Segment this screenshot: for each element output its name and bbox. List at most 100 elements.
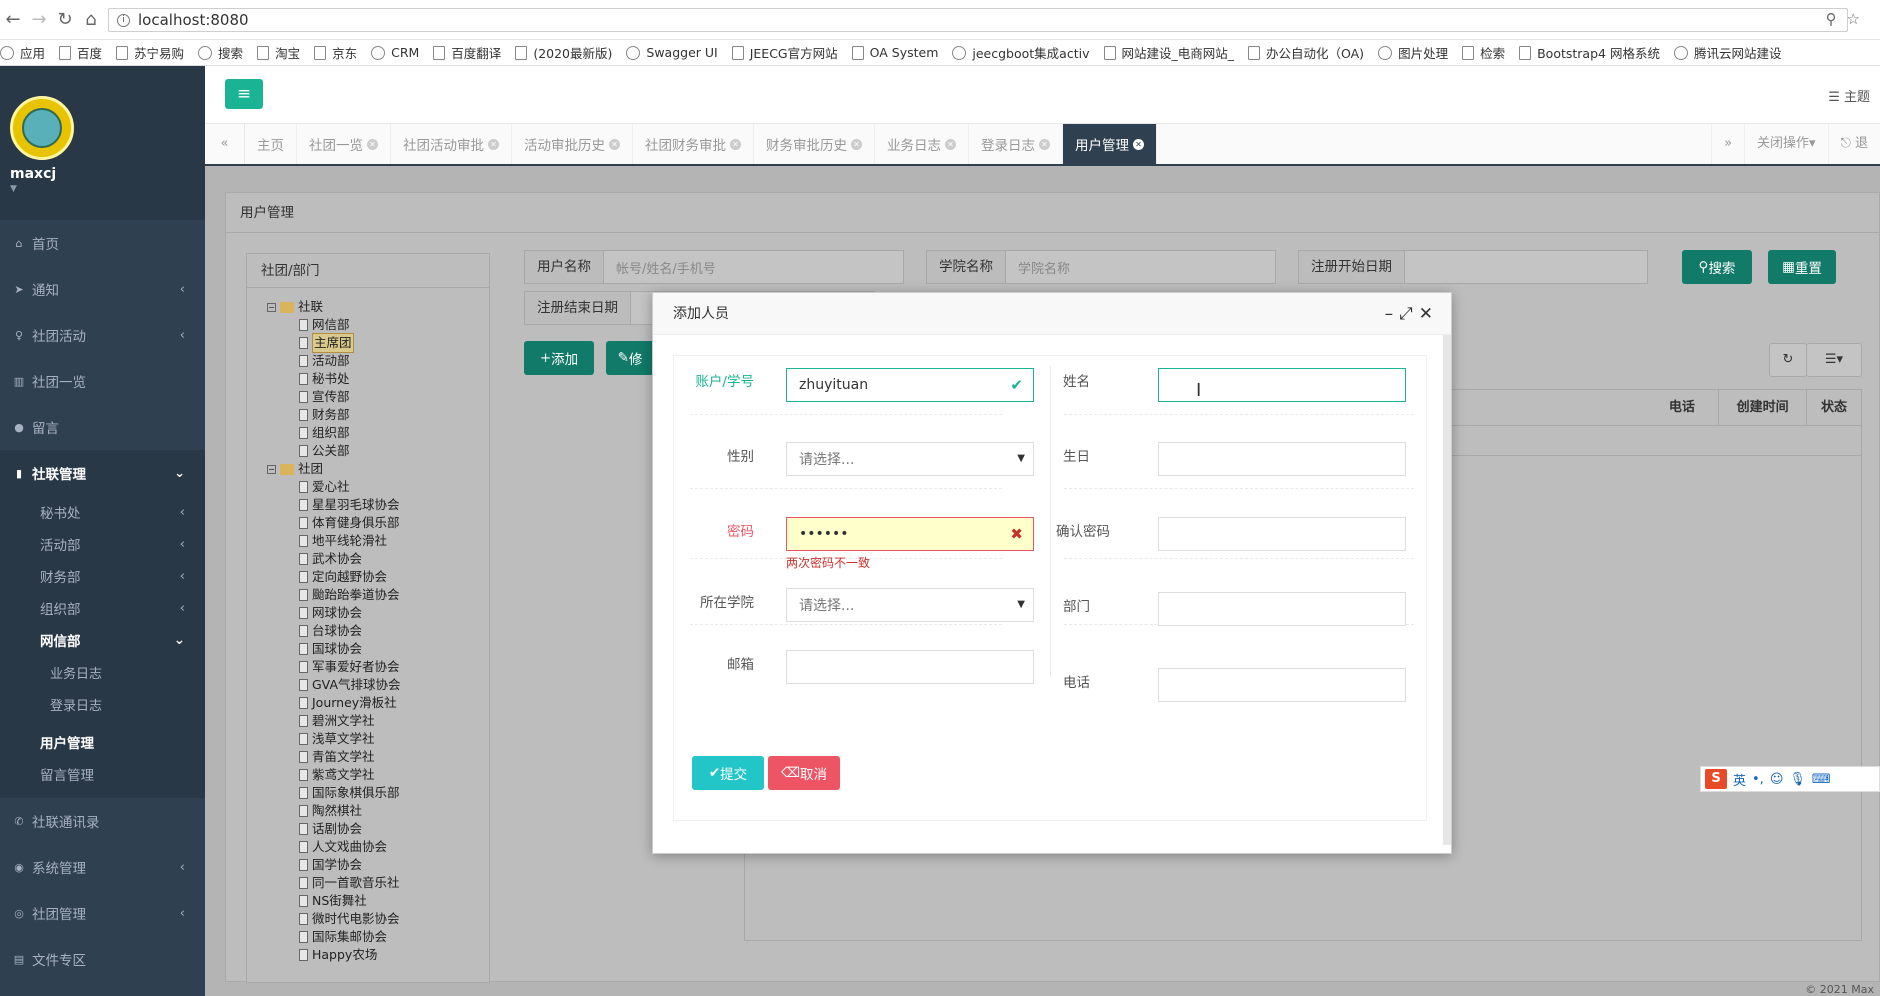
url-field[interactable]: i localhost:8080 (108, 8, 1848, 32)
tree-folder[interactable]: − 社团 (267, 460, 489, 478)
bookmark-item[interactable]: 腾讯云网站建设 (1673, 43, 1781, 62)
gender-select[interactable]: 请选择... ▼ (786, 442, 1034, 476)
reset-button[interactable]: ▦ 重置 (1768, 250, 1836, 284)
tree-node[interactable]: 碧洲文学社 (267, 712, 489, 730)
collapse-icon[interactable]: − (267, 464, 276, 474)
tree-node[interactable]: 国际象棋俱乐部 (267, 784, 489, 802)
tree-folder[interactable]: − 社联 (267, 298, 489, 316)
sidebar-item-active-group[interactable]: ▮ 社联管理 ⌄ (0, 450, 205, 496)
bookmark-item[interactable]: 苏宁易购 (116, 43, 184, 62)
tab-close-icon[interactable]: ✕ (1039, 138, 1050, 150)
columns-toggle-icon[interactable]: ☰▾ (1806, 343, 1862, 377)
tree-node[interactable]: 公关部 (267, 442, 489, 460)
cancel-button[interactable]: ⌫ 取消 (768, 756, 840, 790)
sidebar-item[interactable]: ▤ 文件专区 (0, 936, 205, 982)
sidebar-subitem[interactable]: 活动部 ‹ (0, 528, 205, 560)
bookmark-item[interactable]: Bootstrap4 网格系统 (1519, 43, 1660, 62)
ime-toolbar[interactable]: S 英 •, ☺ 🎙︎ ⌨ (1700, 766, 1880, 792)
email-input[interactable] (786, 650, 1034, 684)
tree-node[interactable]: NS街舞社 (267, 892, 489, 910)
sidebar-item[interactable]: ♀ 社团活动 ‹ (0, 312, 205, 358)
tab-close-icon[interactable]: ✕ (1133, 138, 1144, 150)
tab-close-icon[interactable]: ✕ (851, 138, 862, 150)
dept-input[interactable] (1158, 592, 1406, 626)
search-start-date-field[interactable]: 注册开始日期 (1298, 250, 1648, 284)
close-ops-dropdown[interactable]: 关闭操作▾ (1744, 124, 1828, 164)
tree-node[interactable]: 同一首歌音乐社 (267, 874, 489, 892)
tree-node[interactable]: 财务部 (267, 406, 489, 424)
phone-input[interactable] (1158, 668, 1406, 702)
tree-node[interactable]: 秘书处 (267, 370, 489, 388)
tree-node[interactable]: 宣传部 (267, 388, 489, 406)
tab-主页[interactable]: 主页 (245, 124, 297, 164)
tree-node[interactable]: 陶然棋社 (267, 802, 489, 820)
back-icon[interactable]: ← (0, 9, 26, 30)
theme-button[interactable]: ☰ 主题 (1828, 86, 1870, 105)
emoji-icon[interactable]: ☺ (1770, 772, 1784, 787)
maximize-icon[interactable]: ⤢ (1399, 304, 1419, 324)
tree-node[interactable]: Journey滑板社 (267, 694, 489, 712)
mic-icon[interactable]: 🎙︎ (1789, 772, 1806, 787)
tree-node[interactable]: 人文戏曲协会 (267, 838, 489, 856)
tree-node[interactable]: 爱心社 (267, 478, 489, 496)
bookmark-item[interactable]: 图片处理 (1378, 43, 1448, 62)
tab-社团财务审批[interactable]: 社团财务审批 ✕ (633, 124, 754, 164)
minimize-icon[interactable]: – (1385, 304, 1400, 324)
tree-node[interactable]: Happy农场 (267, 946, 489, 964)
bookmark-item[interactable]: 百度 (59, 43, 102, 62)
bookmark-item[interactable]: 淘宝 (257, 43, 300, 62)
password-input[interactable]: •••••• ✖ (786, 517, 1034, 551)
tree-node[interactable]: 国际集邮协会 (267, 928, 489, 946)
sidebar-item[interactable]: ◎ 社团管理 ‹ (0, 890, 205, 936)
bookmark-item[interactable]: 办公自动化（OA) (1248, 43, 1364, 62)
bookmark-item[interactable]: 网站建设_电商网站_ (1103, 43, 1234, 62)
sidebar-subitem[interactable]: 用户管理 (0, 726, 205, 758)
col-created[interactable]: 创建时间 (1719, 390, 1808, 426)
tree-node[interactable]: 国球协会 (267, 640, 489, 658)
bookmark-item[interactable]: CRM (371, 45, 419, 60)
sidebar-item[interactable]: ◉ 系统管理 ‹ (0, 844, 205, 890)
sidebar-item[interactable]: ✆ 社联通讯录 (0, 798, 205, 844)
tab-close-icon[interactable]: ✕ (367, 138, 378, 150)
edit-button[interactable]: ✎ 修 (606, 341, 654, 375)
tree-node[interactable]: 紫鸢文学社 (267, 766, 489, 784)
bookmark-item[interactable]: (2020最新版) (515, 43, 612, 62)
tree-node[interactable]: 主席团 (267, 333, 489, 353)
tree-node[interactable]: 定向越野协会 (267, 568, 489, 586)
sidebar-subitem[interactable]: 留言管理 (0, 758, 205, 790)
tree-node[interactable]: 地平线轮滑社 (267, 532, 489, 550)
tab-社团活动审批[interactable]: 社团活动审批 ✕ (391, 124, 512, 164)
search-button[interactable]: ⚲ 搜索 (1682, 250, 1752, 284)
collapse-icon[interactable]: − (267, 302, 276, 312)
modal-scrollbar[interactable] (1443, 335, 1451, 845)
birthday-input[interactable] (1158, 442, 1406, 476)
search-user-field[interactable]: 用户名称 帐号/姓名/手机号 (524, 250, 904, 284)
submit-button[interactable]: ✔ 提交 (692, 756, 764, 790)
sidebar-child-item[interactable]: 登录日志 (0, 688, 205, 720)
bookmark-item[interactable]: jeecgboot集成activ (952, 43, 1090, 62)
close-icon[interactable]: ✕ (1419, 304, 1439, 324)
tab-scroll-left-icon[interactable]: « (205, 124, 245, 164)
tree-node[interactable]: 青笛文学社 (267, 748, 489, 766)
college-select[interactable]: 请选择... ▼ (786, 588, 1034, 622)
sidebar-child-item[interactable]: 业务日志 (0, 656, 205, 688)
info-icon[interactable]: i (117, 13, 130, 27)
tree-node[interactable]: 武术协会 (267, 550, 489, 568)
tree-node[interactable]: GVA气排球协会 (267, 676, 489, 694)
tab-登录日志[interactable]: 登录日志 ✕ (969, 124, 1063, 164)
tab-活动审批历史[interactable]: 活动审批历史 ✕ (512, 124, 633, 164)
search-college-field[interactable]: 学院名称 学院名称 (926, 250, 1276, 284)
tab-scroll-right-icon[interactable]: » (1711, 124, 1744, 164)
username[interactable]: maxcj (10, 166, 205, 182)
add-button[interactable]: + 添加 (524, 341, 594, 375)
bookmark-item[interactable]: 搜索 (198, 43, 243, 62)
tab-社团一览[interactable]: 社团一览 ✕ (297, 124, 391, 164)
home-icon[interactable]: ⌂ (78, 9, 104, 30)
tab-用户管理[interactable]: 用户管理 ✕ (1063, 124, 1157, 164)
account-input[interactable]: zhuyituan ✔ (786, 368, 1034, 402)
reload-icon[interactable]: ↻ (52, 9, 78, 30)
forward-icon[interactable]: → (26, 9, 52, 30)
tree-node[interactable]: 浅草文学社 (267, 730, 489, 748)
tree-node[interactable]: 台球协会 (267, 622, 489, 640)
ime-lang[interactable]: 英 (1733, 770, 1746, 789)
